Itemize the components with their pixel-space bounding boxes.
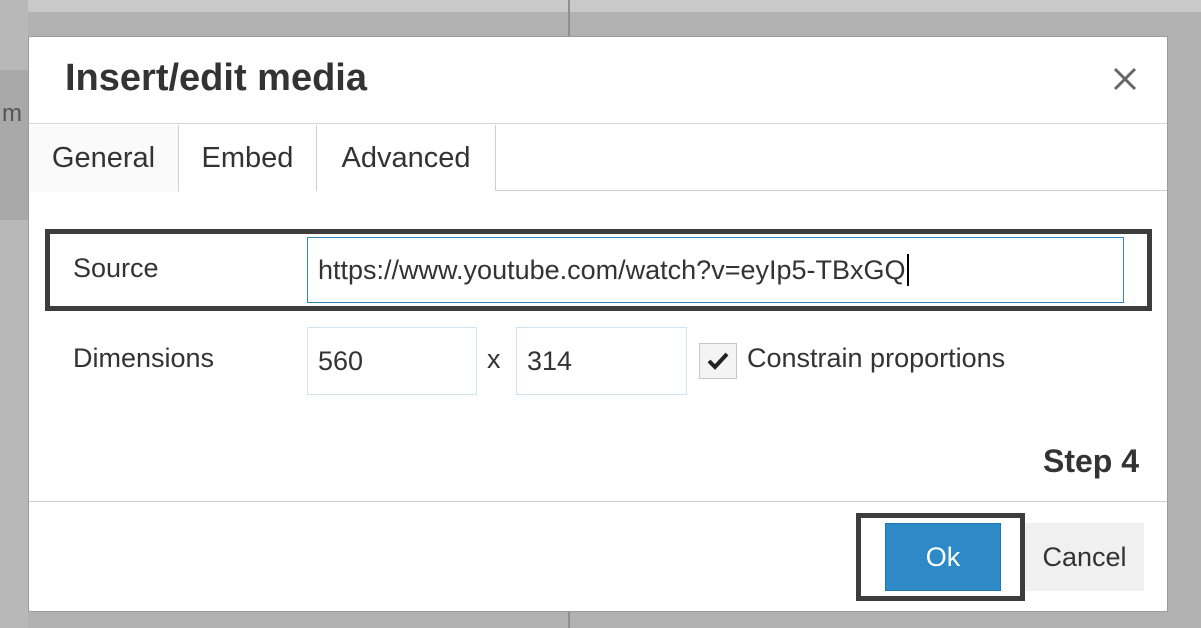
dialog-title: Insert/edit media [65, 57, 367, 99]
close-button[interactable] [1105, 59, 1145, 99]
background-app-block [0, 70, 28, 220]
text-caret [906, 254, 909, 286]
dimensions-separator: x [487, 344, 501, 374]
source-label: Source [73, 253, 159, 283]
background-divider-bottom [568, 612, 570, 628]
width-input[interactable]: 560 [307, 327, 477, 395]
checkmark-icon [707, 352, 729, 370]
constrain-proportions-label[interactable]: Constrain proportions [747, 343, 1005, 374]
close-icon [1113, 67, 1137, 91]
tab-advanced[interactable]: Advanced [317, 125, 496, 191]
tab-general[interactable]: General [29, 125, 179, 192]
background-divider [568, 0, 570, 36]
height-input[interactable]: 314 [516, 327, 687, 395]
dimensions-label: Dimensions [73, 343, 215, 373]
source-input[interactable]: https://www.youtube.com/watch?v=eyIp5-TB… [307, 237, 1124, 303]
source-input-value: https://www.youtube.com/watch?v=eyIp5-TB… [318, 254, 906, 285]
step-annotation: Step 4 [1043, 443, 1140, 479]
ok-button[interactable]: Ok [885, 523, 1001, 591]
background-partial-text: m [2, 100, 22, 127]
dialog-header: Insert/edit media [29, 37, 1167, 124]
tab-embed[interactable]: Embed [179, 125, 317, 191]
dialog-tabs: General Embed Advanced [29, 125, 1167, 192]
insert-media-dialog: Insert/edit media General Embed Advanced… [28, 36, 1168, 612]
background-app-strip [0, 0, 1201, 12]
constrain-proportions-checkbox[interactable] [699, 343, 737, 379]
cancel-button[interactable]: Cancel [1025, 523, 1144, 591]
